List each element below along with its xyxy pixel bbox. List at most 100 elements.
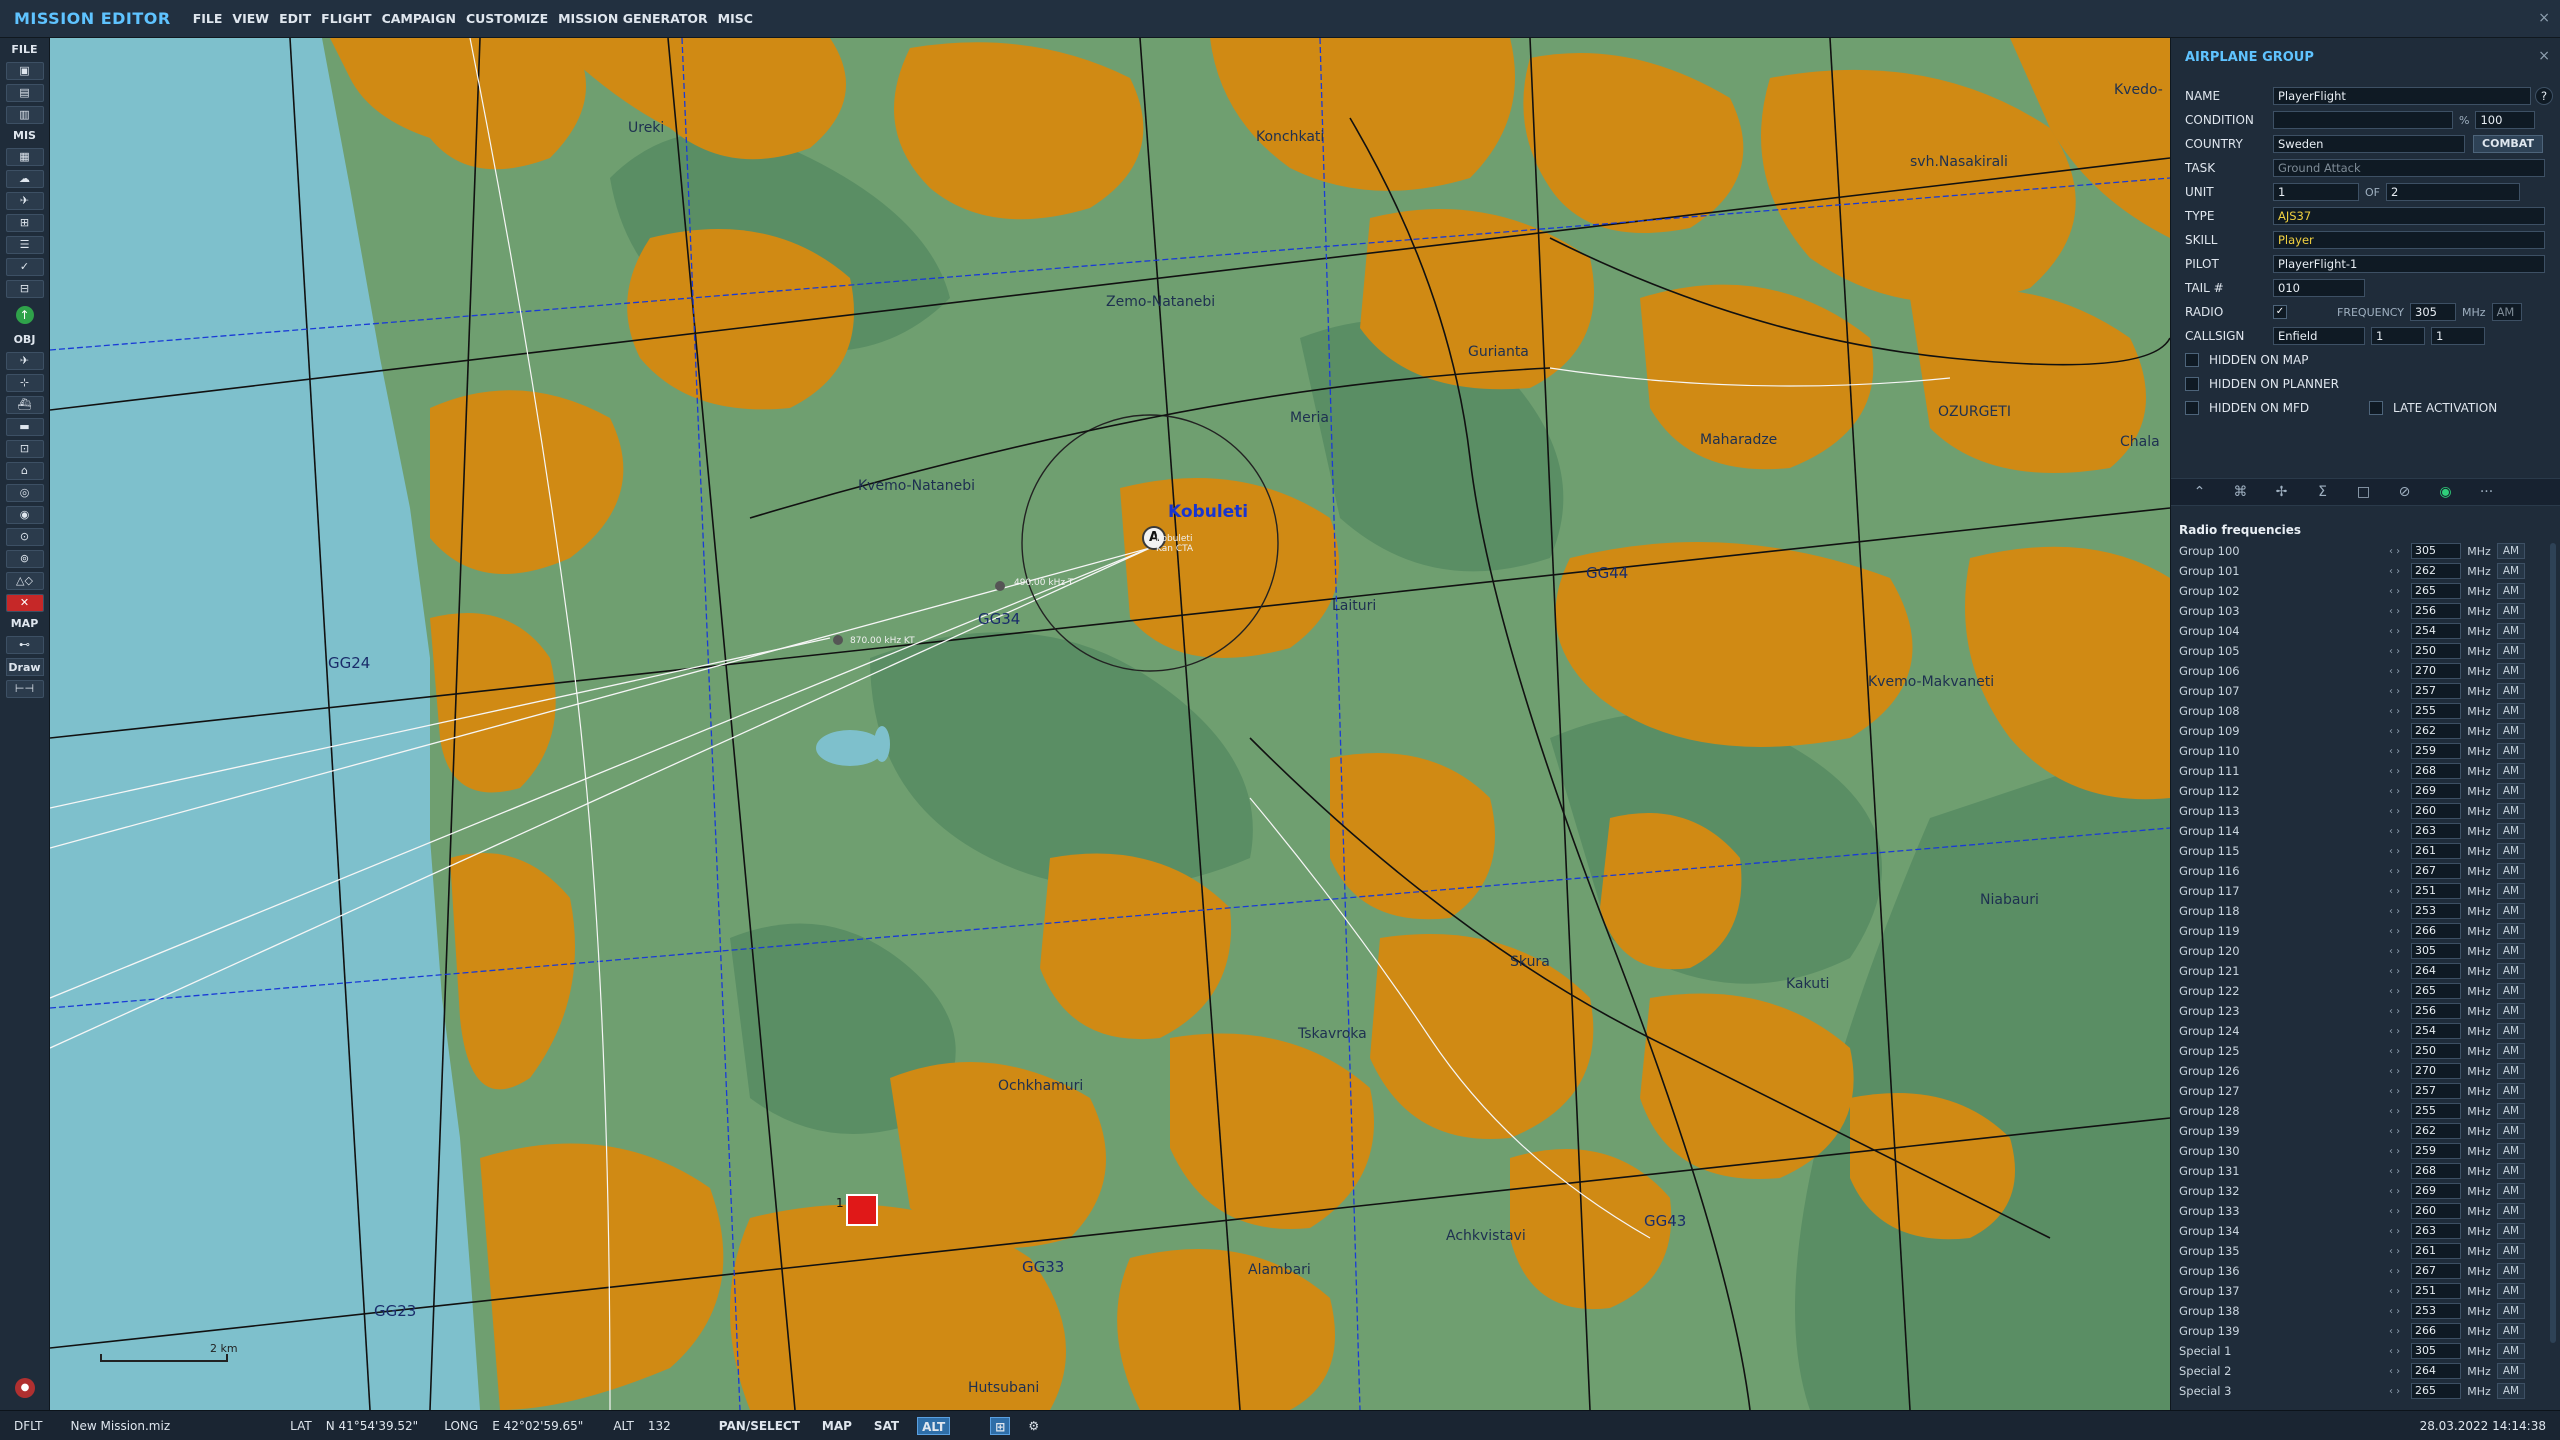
- tail-field[interactable]: 010: [2273, 279, 2365, 297]
- frequency-field[interactable]: 305: [2410, 303, 2457, 321]
- modulation-select[interactable]: AM: [2497, 643, 2525, 659]
- frequency-value-field[interactable]: 265: [2411, 583, 2461, 599]
- stepper-arrows-icon[interactable]: ‹ ›: [2389, 726, 2411, 737]
- frequency-value-field[interactable]: 269: [2411, 1183, 2461, 1199]
- stepper-arrows-icon[interactable]: ‹ ›: [2389, 566, 2411, 577]
- frequency-value-field[interactable]: 264: [2411, 1363, 2461, 1379]
- add-target-icon[interactable]: ⊙: [5, 528, 44, 546]
- condition-input[interactable]: 100: [2475, 111, 2536, 129]
- briefing-icon[interactable]: ▦: [5, 148, 44, 166]
- modulation-select[interactable]: AM: [2497, 963, 2525, 979]
- frequency-value-field[interactable]: 251: [2411, 883, 2461, 899]
- more-icon[interactable]: ···: [2466, 484, 2507, 500]
- modulation-select[interactable]: AM: [2497, 1223, 2525, 1239]
- waypoint-icon[interactable]: ⌘: [2220, 484, 2261, 500]
- modulation-select[interactable]: AM: [2497, 923, 2525, 939]
- modulation-select[interactable]: AM: [2497, 1383, 2525, 1399]
- menu-view[interactable]: VIEW: [232, 11, 269, 26]
- frequency-value-field[interactable]: 262: [2411, 563, 2461, 579]
- hidden-on-map-checkbox[interactable]: [2185, 353, 2199, 367]
- modulation-select[interactable]: AM: [2497, 1323, 2525, 1339]
- resources-icon[interactable]: ⊟: [5, 280, 44, 298]
- condition-slider[interactable]: [2273, 111, 2453, 129]
- stepper-arrows-icon[interactable]: ‹ ›: [2389, 1126, 2411, 1137]
- task-select[interactable]: Ground Attack: [2273, 159, 2545, 177]
- stepper-arrows-icon[interactable]: ‹ ›: [2389, 646, 2411, 657]
- skill-select[interactable]: Player: [2273, 231, 2545, 249]
- frequency-value-field[interactable]: 260: [2411, 1203, 2461, 1219]
- stepper-arrows-icon[interactable]: ‹ ›: [2389, 626, 2411, 637]
- modulation-select[interactable]: AM: [2497, 763, 2525, 779]
- frequency-value-field[interactable]: 263: [2411, 1223, 2461, 1239]
- frequency-value-field[interactable]: 255: [2411, 703, 2461, 719]
- modulation-select[interactable]: AM: [2497, 723, 2525, 739]
- modulation-select[interactable]: AM: [2497, 1123, 2525, 1139]
- airplane-icon[interactable]: ✈: [5, 192, 44, 210]
- weather-icon[interactable]: ☁: [5, 170, 44, 188]
- airfield-label[interactable]: Kobuleti: [1168, 502, 1248, 522]
- menu-flight[interactable]: FLIGHT: [321, 11, 371, 26]
- frequency-mod[interactable]: AM: [2491, 303, 2522, 321]
- add-ship-icon[interactable]: ⛴: [5, 396, 44, 414]
- frequency-value-field[interactable]: 250: [2411, 1043, 2461, 1059]
- frequency-value-field[interactable]: 270: [2411, 1063, 2461, 1079]
- stepper-arrows-icon[interactable]: ‹ ›: [2389, 926, 2411, 937]
- frequency-value-field[interactable]: 253: [2411, 903, 2461, 919]
- modulation-select[interactable]: AM: [2497, 1303, 2525, 1319]
- stepper-arrows-icon[interactable]: ‹ ›: [2389, 1306, 2411, 1317]
- new-mission-icon[interactable]: ▣: [5, 62, 44, 80]
- targets-icon[interactable]: ✢: [2261, 484, 2302, 500]
- stepper-arrows-icon[interactable]: ‹ ›: [2389, 906, 2411, 917]
- alt-mode[interactable]: ALT: [917, 1416, 951, 1435]
- menu-misc[interactable]: MISC: [718, 11, 753, 26]
- stepper-arrows-icon[interactable]: ‹ ›: [2389, 1006, 2411, 1017]
- stepper-arrows-icon[interactable]: ‹ ›: [2389, 966, 2411, 977]
- stepper-arrows-icon[interactable]: ‹ ›: [2389, 1386, 2411, 1397]
- modulation-select[interactable]: AM: [2497, 1043, 2525, 1059]
- modulation-select[interactable]: AM: [2497, 603, 2525, 619]
- stepper-arrows-icon[interactable]: ‹ ›: [2389, 886, 2411, 897]
- stepper-arrows-icon[interactable]: ‹ ›: [2389, 1226, 2411, 1237]
- red-unit-marker-icon[interactable]: [846, 1194, 878, 1226]
- frequency-value-field[interactable]: 257: [2411, 683, 2461, 699]
- modulation-select[interactable]: AM: [2497, 1003, 2525, 1019]
- stepper-arrows-icon[interactable]: ‹ ›: [2389, 1166, 2411, 1177]
- stepper-arrows-icon[interactable]: ‹ ›: [2389, 706, 2411, 717]
- help-icon[interactable]: ?: [2535, 87, 2553, 105]
- frequency-value-field[interactable]: 260: [2411, 803, 2461, 819]
- frequency-value-field[interactable]: 267: [2411, 863, 2461, 879]
- stepper-arrows-icon[interactable]: ‹ ›: [2389, 1266, 2411, 1277]
- stepper-arrows-icon[interactable]: ‹ ›: [2389, 786, 2411, 797]
- name-field[interactable]: PlayerFlight: [2273, 87, 2531, 105]
- stepper-arrows-icon[interactable]: ‹ ›: [2389, 586, 2411, 597]
- add-helicopter-icon[interactable]: ⊹: [5, 374, 44, 392]
- frequency-value-field[interactable]: 270: [2411, 663, 2461, 679]
- modulation-select[interactable]: AM: [2497, 983, 2525, 999]
- stepper-arrows-icon[interactable]: ‹ ›: [2389, 766, 2411, 777]
- modulation-select[interactable]: AM: [2497, 1363, 2525, 1379]
- stepper-arrows-icon[interactable]: ‹ ›: [2389, 686, 2411, 697]
- combat-button[interactable]: COMBAT: [2473, 135, 2543, 153]
- frequency-value-field[interactable]: 265: [2411, 983, 2461, 999]
- stepper-arrows-icon[interactable]: ‹ ›: [2389, 1186, 2411, 1197]
- draw-button[interactable]: Draw: [5, 658, 44, 676]
- goals-icon[interactable]: ☰: [5, 236, 44, 254]
- frequency-value-field[interactable]: 259: [2411, 743, 2461, 759]
- hidden-on-planner-checkbox[interactable]: [2185, 377, 2199, 391]
- modulation-select[interactable]: AM: [2497, 563, 2525, 579]
- modulation-select[interactable]: AM: [2497, 783, 2525, 799]
- map-canvas[interactable]: Ureki Konchkati Zemo-Natanebi Gurianta M…: [50, 38, 2170, 1410]
- stepper-arrows-icon[interactable]: ‹ ›: [2389, 1286, 2411, 1297]
- stepper-arrows-icon[interactable]: ‹ ›: [2389, 1026, 2411, 1037]
- frequency-value-field[interactable]: 256: [2411, 603, 2461, 619]
- frequency-value-field[interactable]: 266: [2411, 1323, 2461, 1339]
- unit-stepper[interactable]: 1: [2273, 183, 2359, 201]
- delete-icon[interactable]: ✕: [5, 594, 44, 612]
- frequency-value-field[interactable]: 268: [2411, 1163, 2461, 1179]
- profile-select[interactable]: DFLT: [14, 1419, 43, 1433]
- modulation-select[interactable]: AM: [2497, 1343, 2525, 1359]
- failures-icon[interactable]: ⊘: [2384, 484, 2425, 500]
- stepper-arrows-icon[interactable]: ‹ ›: [2389, 1246, 2411, 1257]
- checklist-icon[interactable]: ✓: [5, 258, 44, 276]
- menu-edit[interactable]: EDIT: [279, 11, 311, 26]
